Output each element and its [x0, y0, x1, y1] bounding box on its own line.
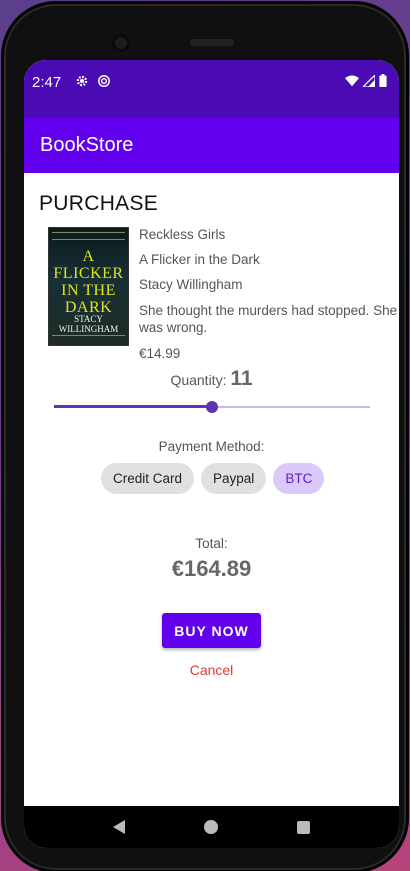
quantity-label: Quantity: — [170, 372, 227, 388]
cover-decoration — [52, 335, 125, 341]
cover-decoration — [52, 232, 125, 240]
slider-thumb[interactable] — [206, 401, 218, 413]
quantity-slider[interactable] — [54, 400, 370, 414]
app-bar: BookStore — [24, 118, 399, 173]
payment-chip-btc[interactable]: BTC — [273, 463, 325, 494]
cover-title: A FLICKER IN THE DARK — [53, 248, 124, 316]
payment-method-label: Payment Method: — [158, 439, 265, 454]
quantity-display: Quantity: 11 — [24, 367, 399, 391]
book-author: Stacy Willingham — [139, 277, 243, 292]
front-camera — [112, 34, 130, 52]
book-description: She thought the murders had stopped. She… — [139, 303, 398, 335]
cover-author: STACY WILLINGHAM — [58, 314, 119, 334]
settings-icon — [75, 74, 89, 88]
app-title: BookStore — [40, 134, 134, 156]
book-series: Reckless Girls — [139, 227, 226, 242]
device-screen: 2:47 BookStore PURCHASE A FLICKER IN THE… — [24, 60, 399, 848]
wifi-icon — [345, 74, 359, 91]
battery-icon — [379, 74, 387, 91]
phone-frame: 2:47 BookStore PURCHASE A FLICKER IN THE… — [4, 4, 406, 870]
recent-apps-icon[interactable] — [296, 820, 310, 834]
book-info: Reckless Girls A Flicker in the Dark Sta… — [139, 227, 399, 371]
payment-method-chips: Credit Card Paypal BTC — [101, 463, 325, 494]
total-value: €164.89 — [171, 556, 252, 581]
home-icon[interactable] — [203, 820, 218, 834]
slider-active-track — [54, 405, 212, 408]
cellular-signal-icon — [361, 73, 376, 91]
purchase-screen: PURCHASE A FLICKER IN THE DARK STACY WIL… — [24, 173, 399, 806]
payment-chip-credit-card[interactable]: Credit Card — [101, 463, 195, 494]
back-icon[interactable] — [113, 820, 126, 834]
data-saver-icon — [97, 74, 111, 88]
quantity-value: 11 — [230, 367, 253, 390]
book-title: A Flicker in the Dark — [139, 252, 260, 267]
cancel-link[interactable]: Cancel — [24, 662, 399, 678]
buy-now-button[interactable]: BUY NOW — [162, 613, 261, 648]
payment-chip-paypal[interactable]: Paypal — [201, 463, 267, 494]
page-title: PURCHASE — [39, 192, 159, 215]
total-label: Total: — [195, 536, 228, 551]
earpiece-speaker — [190, 39, 234, 46]
status-bar: 2:47 — [24, 60, 399, 118]
book-price: €14.99 — [139, 346, 181, 361]
book-cover-image: A FLICKER IN THE DARK STACY WILLINGHAM — [48, 227, 129, 346]
navigation-bar — [24, 806, 399, 848]
status-time: 2:47 — [32, 74, 62, 91]
